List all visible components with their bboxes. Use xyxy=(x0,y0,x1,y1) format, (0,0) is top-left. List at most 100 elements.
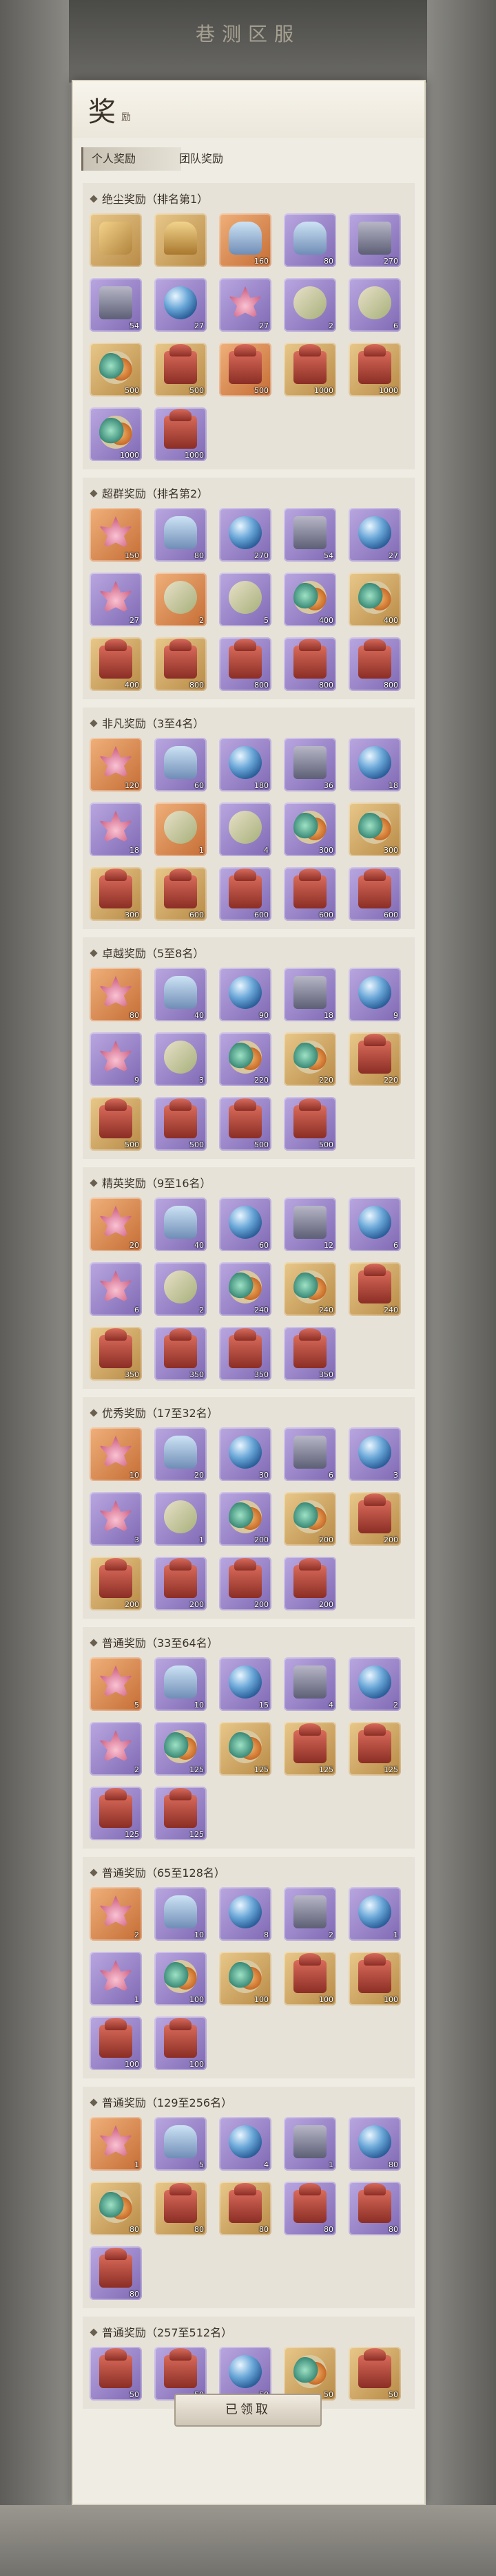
reward-item[interactable]: 9 xyxy=(349,968,401,1021)
reward-item[interactable]: 5 xyxy=(154,2117,207,2171)
reward-item[interactable]: 9 xyxy=(90,1032,142,1086)
reward-item[interactable]: 180 xyxy=(219,738,271,791)
reward-item[interactable]: 6 xyxy=(284,1427,336,1481)
reward-item[interactable]: 36 xyxy=(284,738,336,791)
reward-item[interactable]: 18 xyxy=(349,738,401,791)
reward-item[interactable]: 1000 xyxy=(90,407,142,461)
reward-item[interactable]: 6 xyxy=(349,1197,401,1251)
reward-item[interactable]: 1 xyxy=(154,802,207,856)
reward-item[interactable]: 100 xyxy=(284,1952,336,2005)
reward-item[interactable] xyxy=(90,213,142,267)
reward-item[interactable]: 500 xyxy=(154,1097,207,1151)
reward-item[interactable]: 300 xyxy=(90,867,142,921)
reward-item[interactable]: 80 xyxy=(90,968,142,1021)
reward-item[interactable]: 30 xyxy=(219,1427,271,1481)
reward-item[interactable]: 100 xyxy=(349,1952,401,2005)
reward-item[interactable]: 60 xyxy=(219,1197,271,1251)
reward-item[interactable]: 200 xyxy=(154,1557,207,1610)
reward-item[interactable]: 500 xyxy=(284,1097,336,1151)
reward-item[interactable]: 1 xyxy=(284,2117,336,2171)
reward-item[interactable]: 600 xyxy=(219,867,271,921)
reward-item[interactable]: 2 xyxy=(284,1887,336,1941)
reward-item[interactable]: 100 xyxy=(90,2016,142,2070)
reward-item[interactable]: 125 xyxy=(219,1722,271,1776)
reward-item[interactable]: 10 xyxy=(90,1427,142,1481)
reward-item[interactable]: 2 xyxy=(90,1722,142,1776)
reward-item[interactable]: 80 xyxy=(284,213,336,267)
reward-item[interactable]: 1000 xyxy=(349,343,401,396)
reward-item[interactable]: 200 xyxy=(284,1492,336,1546)
reward-item[interactable]: 500 xyxy=(90,343,142,396)
reward-item[interactable]: 100 xyxy=(154,1952,207,2005)
reward-item[interactable]: 54 xyxy=(284,508,336,562)
reward-item[interactable]: 4 xyxy=(219,802,271,856)
reward-item[interactable]: 100 xyxy=(219,1952,271,2005)
reward-item[interactable]: 27 xyxy=(90,573,142,626)
reward-item[interactable]: 1 xyxy=(90,1952,142,2005)
reward-item[interactable]: 240 xyxy=(284,1262,336,1316)
reward-item[interactable]: 600 xyxy=(154,867,207,921)
reward-item[interactable]: 2 xyxy=(154,1262,207,1316)
reward-item[interactable]: 400 xyxy=(349,573,401,626)
reward-item[interactable]: 50 xyxy=(349,2347,401,2401)
reward-item[interactable]: 15 xyxy=(219,1657,271,1711)
reward-item[interactable]: 80 xyxy=(219,2182,271,2235)
claimed-button[interactable]: 已领取 xyxy=(174,2394,322,2427)
reward-item[interactable]: 270 xyxy=(349,213,401,267)
reward-item[interactable]: 220 xyxy=(349,1032,401,1086)
reward-item[interactable]: 50 xyxy=(219,2347,271,2401)
reward-item[interactable]: 1000 xyxy=(284,343,336,396)
reward-item[interactable]: 80 xyxy=(349,2182,401,2235)
reward-item[interactable]: 6 xyxy=(90,1262,142,1316)
reward-item[interactable]: 18 xyxy=(284,968,336,1021)
reward-item[interactable]: 125 xyxy=(90,1787,142,1840)
reward-item[interactable]: 400 xyxy=(284,573,336,626)
reward-item[interactable]: 800 xyxy=(349,637,401,691)
reward-item[interactable]: 54 xyxy=(90,278,142,332)
reward-item[interactable]: 500 xyxy=(219,1097,271,1151)
reward-item[interactable]: 40 xyxy=(154,968,207,1021)
reward-item[interactable]: 3 xyxy=(90,1492,142,1546)
reward-item[interactable]: 20 xyxy=(154,1427,207,1481)
reward-item[interactable]: 500 xyxy=(154,343,207,396)
reward-item[interactable]: 1 xyxy=(90,2117,142,2171)
reward-item[interactable]: 10 xyxy=(154,1887,207,1941)
tab-team-rewards[interactable]: 团队奖励 xyxy=(171,147,231,171)
reward-item[interactable]: 125 xyxy=(284,1722,336,1776)
reward-item[interactable]: 350 xyxy=(90,1327,142,1381)
reward-item[interactable]: 200 xyxy=(219,1557,271,1610)
reward-item[interactable] xyxy=(154,213,207,267)
reward-item[interactable]: 80 xyxy=(90,2246,142,2300)
reward-item[interactable]: 4 xyxy=(284,1657,336,1711)
reward-item[interactable]: 80 xyxy=(349,2117,401,2171)
reward-item[interactable]: 1000 xyxy=(154,407,207,461)
reward-item[interactable]: 3 xyxy=(349,1427,401,1481)
reward-item[interactable]: 125 xyxy=(154,1722,207,1776)
reward-item[interactable]: 240 xyxy=(349,1262,401,1316)
reward-item[interactable]: 18 xyxy=(90,802,142,856)
reward-item[interactable]: 200 xyxy=(90,1557,142,1610)
reward-item[interactable]: 80 xyxy=(284,2182,336,2235)
reward-item[interactable]: 12 xyxy=(284,1197,336,1251)
reward-item[interactable]: 50 xyxy=(154,2347,207,2401)
reward-item[interactable]: 3 xyxy=(154,1032,207,1086)
reward-item[interactable]: 350 xyxy=(219,1327,271,1381)
reward-item[interactable]: 2 xyxy=(90,1887,142,1941)
reward-item[interactable]: 500 xyxy=(219,343,271,396)
reward-item[interactable]: 150 xyxy=(90,508,142,562)
reward-item[interactable]: 80 xyxy=(154,2182,207,2235)
reward-item[interactable]: 270 xyxy=(219,508,271,562)
reward-item[interactable]: 800 xyxy=(284,637,336,691)
reward-item[interactable]: 90 xyxy=(219,968,271,1021)
reward-item[interactable]: 200 xyxy=(284,1557,336,1610)
reward-item[interactable]: 80 xyxy=(154,508,207,562)
reward-item[interactable]: 100 xyxy=(154,2016,207,2070)
reward-item[interactable]: 240 xyxy=(219,1262,271,1316)
reward-item[interactable]: 200 xyxy=(349,1492,401,1546)
reward-item[interactable]: 160 xyxy=(219,213,271,267)
reward-item[interactable]: 500 xyxy=(90,1097,142,1151)
reward-item[interactable]: 2 xyxy=(154,573,207,626)
reward-item[interactable]: 27 xyxy=(349,508,401,562)
reward-item[interactable]: 800 xyxy=(154,637,207,691)
reward-item[interactable]: 27 xyxy=(219,278,271,332)
